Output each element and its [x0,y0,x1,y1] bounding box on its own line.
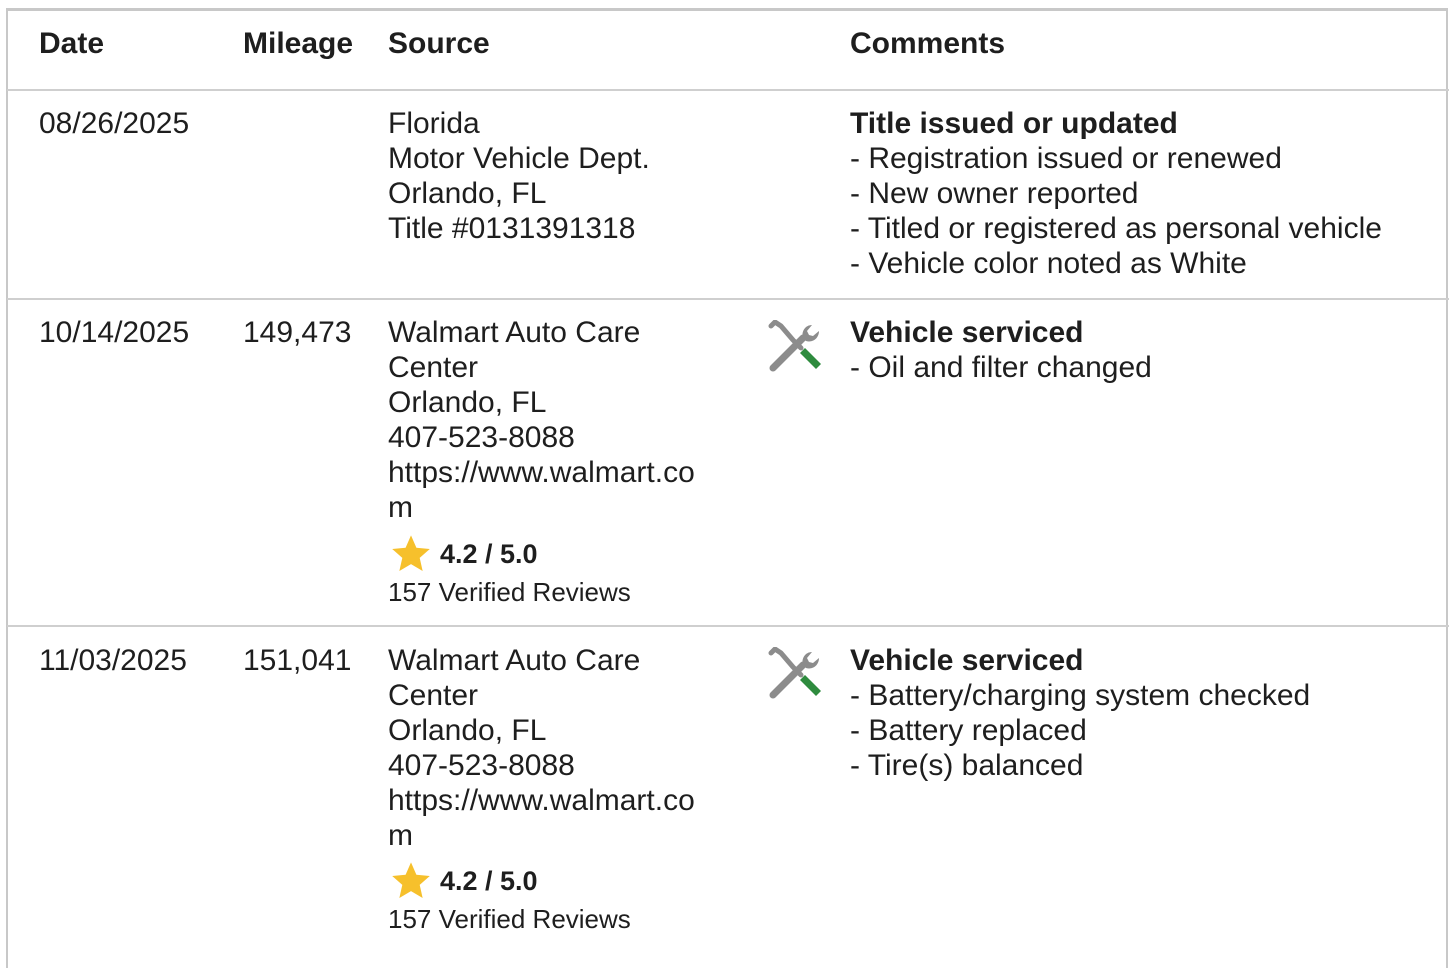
source-website-link[interactable]: m [388,818,695,853]
row-2-source: Walmart Auto Care Center Orlando, FL 407… [388,315,695,525]
comment-bullet: - Registration issued or renewed [850,142,1282,175]
wrench-screwdriver-icon [768,320,821,372]
comment-title: Vehicle serviced [850,644,1084,677]
source-website-link[interactable]: m [388,490,695,525]
source-line: Orlando, FL [388,177,547,210]
comment-bullet: - Tire(s) balanced [850,749,1084,782]
rating-value: 4.2 / 5.0 [440,865,538,896]
star-icon [392,535,430,572]
wrench-screwdriver-icon [768,647,821,699]
row-2-rating: 4.2 / 5.0 [390,534,538,574]
comment-title: Vehicle serviced [850,316,1084,349]
source-line: Orlando, FL [388,386,547,419]
source-website-link[interactable]: https://www.walmart.co [388,455,695,490]
row-3-reviews-link[interactable]: 157 Verified Reviews [388,904,631,935]
source-line: Center [388,351,479,384]
comment-bullet: - Battery/charging system checked [850,679,1311,712]
row-1-source: Florida Motor Vehicle Dept. Orlando, FL … [388,106,650,246]
row-divider [7,625,1449,627]
comment-bullet: - Vehicle color noted as White [850,247,1247,280]
star-icon [392,862,430,899]
source-line: Title #0131391318 [388,212,636,245]
comment-bullet: - Oil and filter changed [850,351,1152,384]
source-line: Motor Vehicle Dept. [388,142,650,175]
row-3-rating: 4.2 / 5.0 [390,861,538,901]
row-divider [7,298,1449,300]
row-3-comments: Vehicle serviced - Battery/charging syst… [850,643,1310,783]
row-1-date: 08/26/2025 [39,107,190,140]
row-2-mileage: 149,473 [243,316,352,349]
source-line: Orlando, FL [388,714,547,747]
source-line: Walmart Auto Care [388,644,641,677]
comment-title: Title issued or updated [850,107,1178,140]
source-line: 407-523-8088 [388,421,575,454]
column-header-mileage: Mileage [243,27,354,60]
comment-bullet: - New owner reported [850,177,1139,210]
column-header-source: Source [388,27,490,60]
column-header-comments: Comments [850,27,1006,60]
source-website-link[interactable]: https://www.walmart.co [388,783,695,818]
source-line: Walmart Auto Care [388,316,641,349]
row-3-source: Walmart Auto Care Center Orlando, FL 407… [388,643,695,853]
row-2-comments: Vehicle serviced - Oil and filter change… [850,315,1152,385]
source-line: 407-523-8088 [388,749,575,782]
column-header-date: Date [39,27,105,60]
row-3-date: 11/03/2025 [39,644,187,677]
source-line: Florida [388,107,480,140]
comment-bullet: - Titled or registered as personal vehic… [850,212,1382,245]
header-divider [7,89,1449,91]
source-line: Center [388,679,479,712]
row-1-comments: Title issued or updated - Registration i… [850,106,1382,281]
row-3-mileage: 151,041 [243,644,352,677]
comment-bullet: - Battery replaced [850,714,1087,747]
row-2-reviews-link[interactable]: 157 Verified Reviews [388,577,631,608]
rating-value: 4.2 / 5.0 [440,538,538,569]
row-2-date: 10/14/2025 [39,316,190,349]
